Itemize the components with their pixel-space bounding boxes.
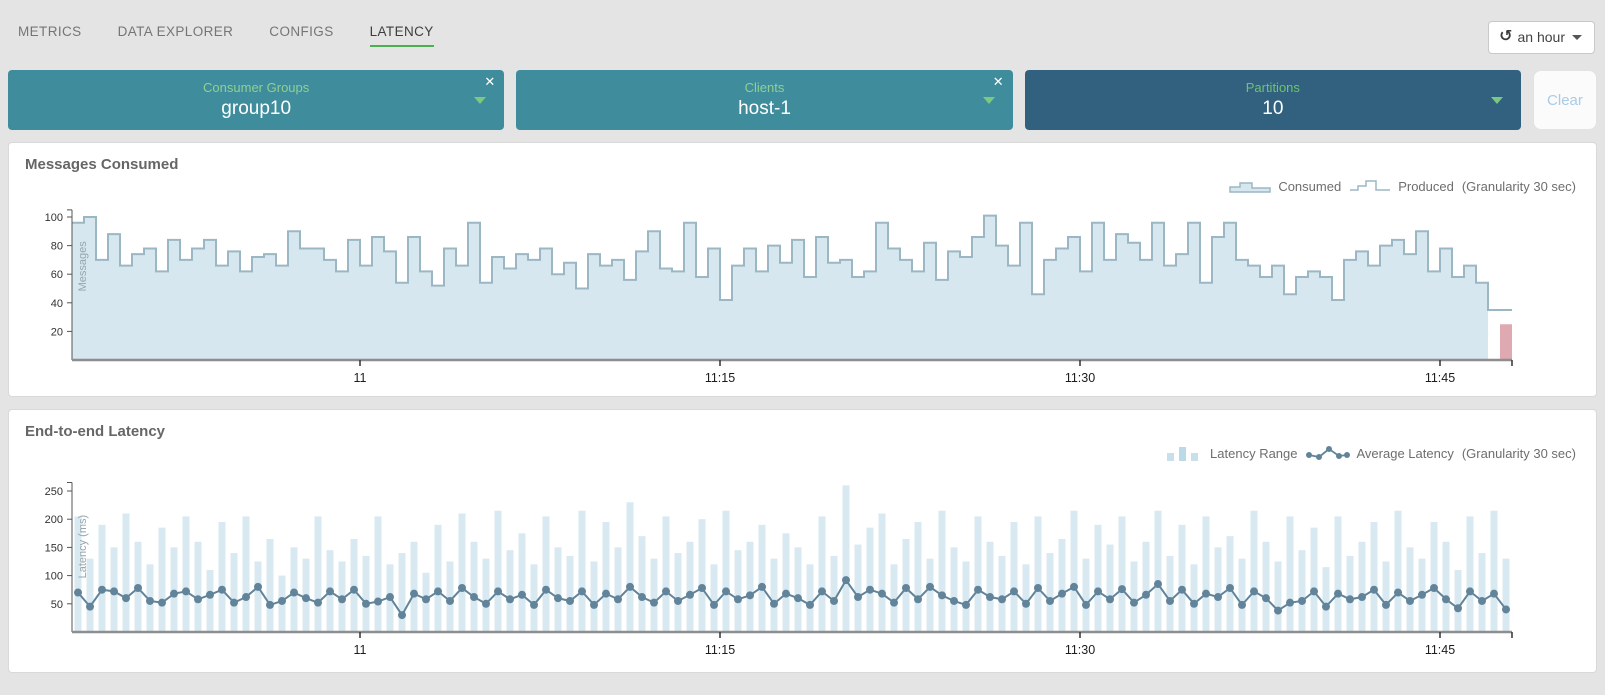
- clear-filters-button[interactable]: Clear: [1532, 70, 1597, 130]
- messages-consumed-panel: Messages Consumed Consumed Produced (Gra…: [8, 142, 1597, 397]
- svg-text:Messages: Messages: [77, 241, 89, 292]
- tab-latency[interactable]: LATENCY: [369, 24, 434, 47]
- panel-title: Messages Consumed: [25, 156, 179, 173]
- filter-clients[interactable]: ✕ Clients host-1: [516, 70, 1013, 130]
- filter-partitions[interactable]: Partitions 10: [1024, 70, 1521, 130]
- legend-consumed: Consumed: [1229, 179, 1341, 194]
- bars-legend-icon: [1167, 447, 1199, 461]
- step-area-legend-icon: [1229, 182, 1272, 193]
- nav-tabs: METRICS DATA EXPLORER CONFIGS LATENCY: [18, 24, 1605, 47]
- legend-label: Latency Range: [1210, 445, 1298, 461]
- close-icon[interactable]: ✕: [484, 75, 495, 88]
- messages-consumed-chart[interactable]: 20 40 60 80 100 11 11:15 11:30 11:45 Messages: [9, 195, 1594, 391]
- svg-text:11:45: 11:45: [1425, 371, 1455, 385]
- filter-value: 10: [1262, 98, 1284, 119]
- panel-title: End-to-end Latency: [25, 423, 166, 440]
- legend-average-latency: Average Latency: [1305, 445, 1454, 461]
- filter-bar: ✕ Consumer Groups group10 ✕ Clients host…: [0, 62, 1605, 130]
- time-range-selector[interactable]: ↺ an hour: [1488, 21, 1595, 54]
- filter-value: group10: [221, 98, 292, 119]
- messages-legend: Consumed Produced (Granularity 30 sec): [9, 173, 1596, 195]
- svg-text:20: 20: [51, 326, 63, 338]
- svg-text:200: 200: [45, 514, 63, 526]
- svg-text:11:30: 11:30: [1065, 371, 1095, 385]
- svg-text:60: 60: [51, 269, 63, 281]
- latency-chart[interactable]: 50 100 150 200 250 11 11:15 11:30 11:45 Latency (…: [9, 462, 1594, 667]
- svg-text:11:30: 11:30: [1065, 643, 1095, 657]
- step-line-legend-icon: [1350, 180, 1391, 191]
- filter-value: host-1: [738, 98, 791, 119]
- svg-text:11:15: 11:15: [705, 371, 735, 385]
- legend-label: Average Latency: [1356, 445, 1454, 461]
- tab-metrics[interactable]: METRICS: [18, 24, 82, 47]
- legend-latency-range: Latency Range: [1165, 445, 1298, 461]
- filter-title: Clients: [744, 80, 785, 95]
- filter-title: Consumer Groups: [203, 80, 310, 95]
- svg-text:100: 100: [45, 571, 63, 583]
- svg-text:80: 80: [51, 241, 63, 253]
- line-dots-legend-icon: [1305, 446, 1350, 460]
- svg-text:40: 40: [51, 298, 63, 310]
- tab-configs[interactable]: CONFIGS: [269, 24, 333, 47]
- latency-legend: Latency Range Average Latency (Granulari…: [9, 440, 1596, 462]
- close-icon[interactable]: ✕: [993, 75, 1004, 88]
- legend-label: Consumed: [1278, 178, 1342, 194]
- svg-text:150: 150: [45, 542, 63, 554]
- svg-text:11:15: 11:15: [705, 643, 735, 657]
- legend-produced: Produced: [1349, 179, 1454, 194]
- svg-text:50: 50: [51, 599, 63, 611]
- svg-text:11: 11: [354, 643, 367, 657]
- time-range-label: an hour: [1517, 29, 1565, 45]
- svg-text:Latency (ms): Latency (ms): [77, 515, 89, 579]
- svg-text:100: 100: [45, 212, 63, 224]
- latency-panel: End-to-end Latency Latency Range Average…: [8, 409, 1597, 673]
- svg-text:11: 11: [354, 371, 367, 385]
- granularity-note: (Granularity 30 sec): [1461, 445, 1576, 461]
- top-navigation: METRICS DATA EXPLORER CONFIGS LATENCY ↺ …: [0, 0, 1605, 62]
- filter-consumer-groups[interactable]: ✕ Consumer Groups group10: [8, 70, 505, 130]
- chevron-down-icon: [982, 97, 995, 104]
- chevron-down-icon: [1572, 34, 1582, 40]
- svg-text:11:45: 11:45: [1425, 643, 1455, 657]
- legend-label: Produced: [1398, 178, 1454, 194]
- filter-title: Partitions: [1245, 80, 1300, 95]
- history-icon: ↺: [1499, 28, 1513, 45]
- chevron-down-icon: [1490, 97, 1503, 104]
- granularity-note: (Granularity 30 sec): [1461, 178, 1576, 194]
- chevron-down-icon: [474, 97, 487, 104]
- tab-data-explorer[interactable]: DATA EXPLORER: [118, 24, 234, 47]
- svg-text:250: 250: [45, 486, 63, 498]
